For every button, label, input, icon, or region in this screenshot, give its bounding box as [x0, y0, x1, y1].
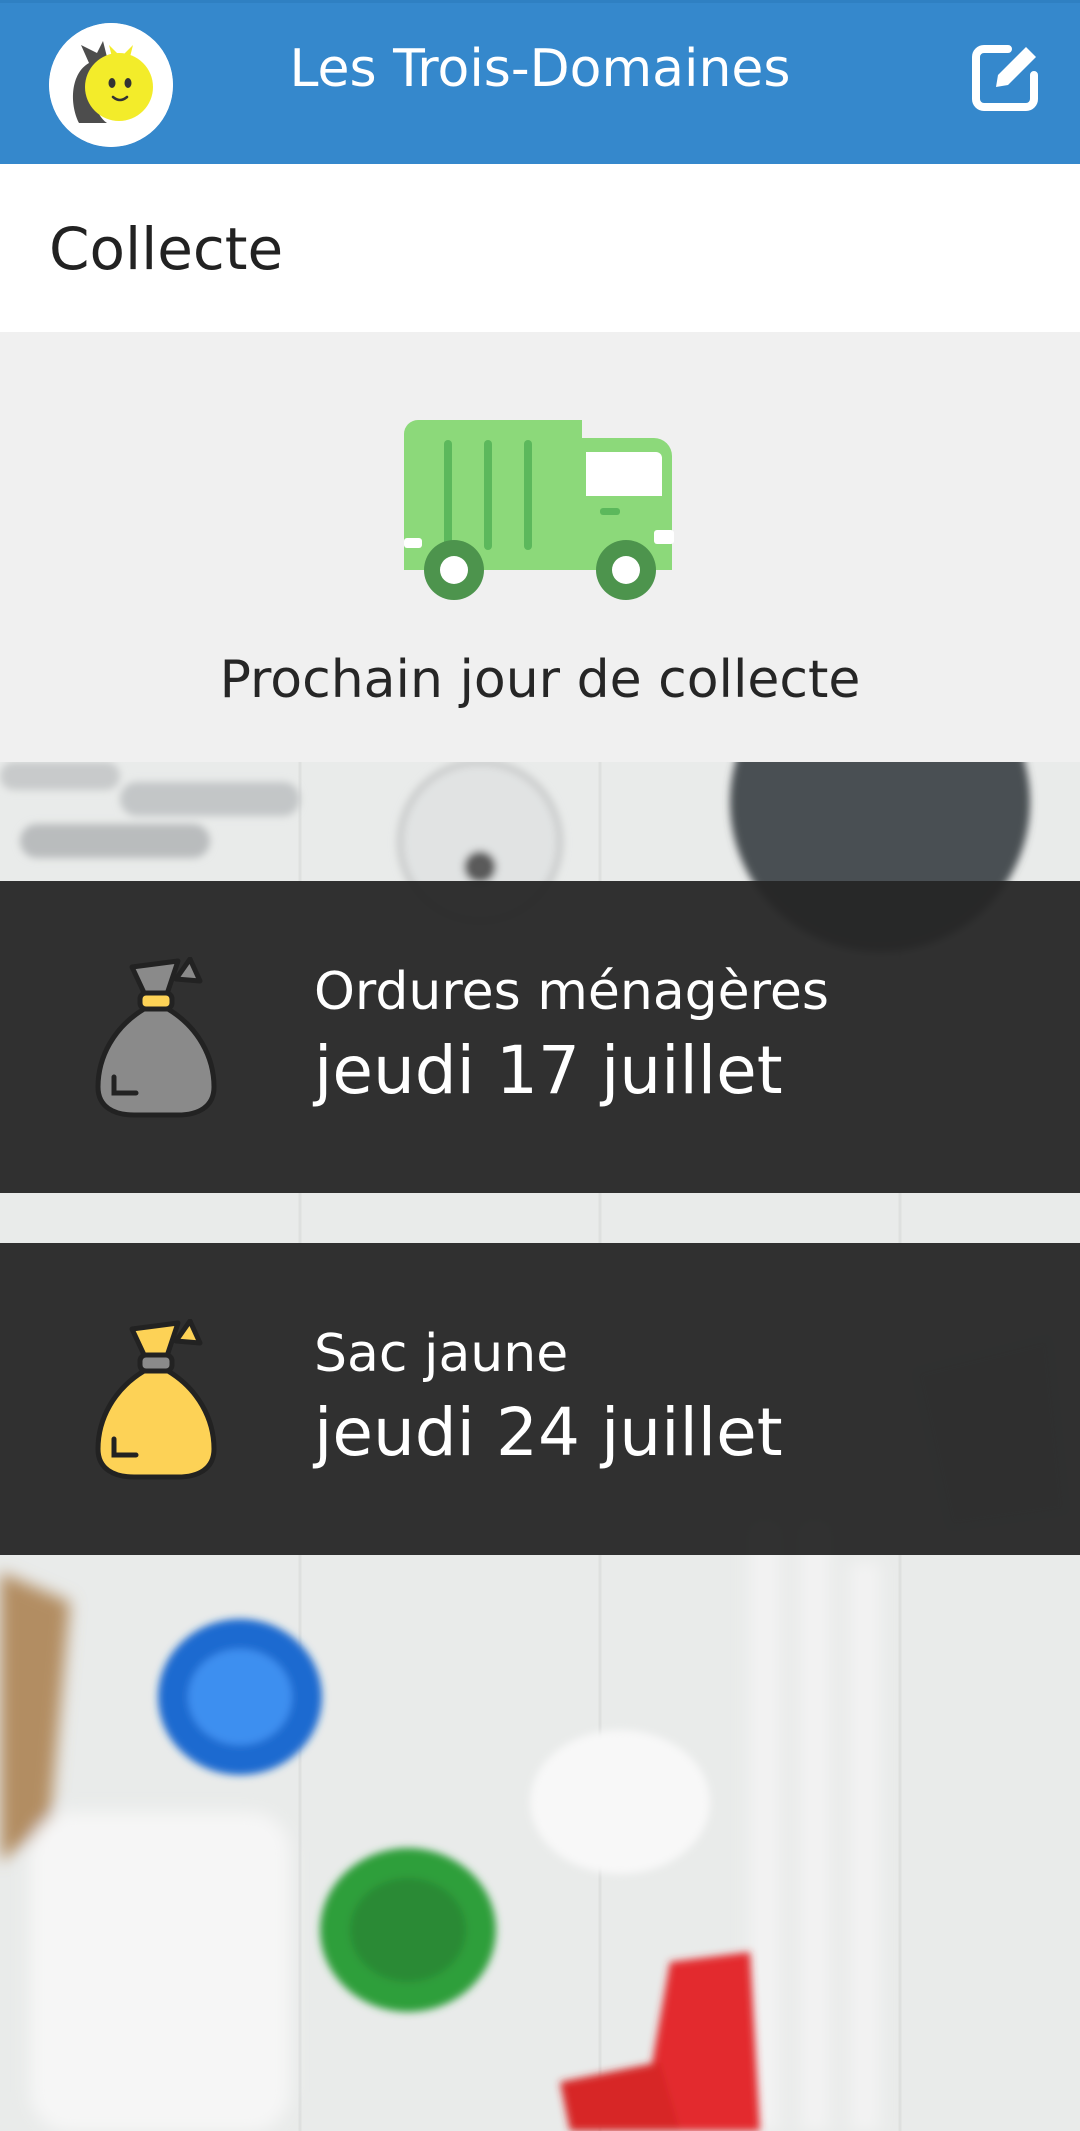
grey-trash-bag-icon — [95, 957, 217, 1118]
next-collection-label: Prochain jour de collecte — [219, 650, 861, 710]
collection-card-household-waste[interactable]: Ordures ménagères jeudi 17 juillet — [0, 881, 1080, 1193]
app-title: Les Trois-Domaines — [289, 39, 791, 99]
yellow-trash-bag-icon — [95, 1319, 217, 1480]
mascot-logo-icon — [49, 23, 173, 147]
edit-button[interactable] — [968, 39, 1044, 115]
waste-type-label: Ordures ménagères — [314, 962, 829, 1022]
collection-date: jeudi 17 juillet — [314, 1032, 783, 1109]
next-collection-hero: Prochain jour de collecte — [0, 332, 1080, 762]
section-header: Collecte — [0, 164, 1080, 332]
waste-type-label: Sac jaune — [314, 1324, 569, 1384]
edit-icon — [972, 45, 1038, 111]
app-bar: Les Trois-Domaines — [0, 0, 1080, 164]
section-title: Collecte — [49, 215, 284, 283]
garbage-truck-icon — [404, 420, 674, 600]
collection-card-yellow-bag[interactable]: Sac jaune jeudi 24 juillet — [0, 1243, 1080, 1555]
collection-date: jeudi 24 juillet — [314, 1394, 783, 1471]
